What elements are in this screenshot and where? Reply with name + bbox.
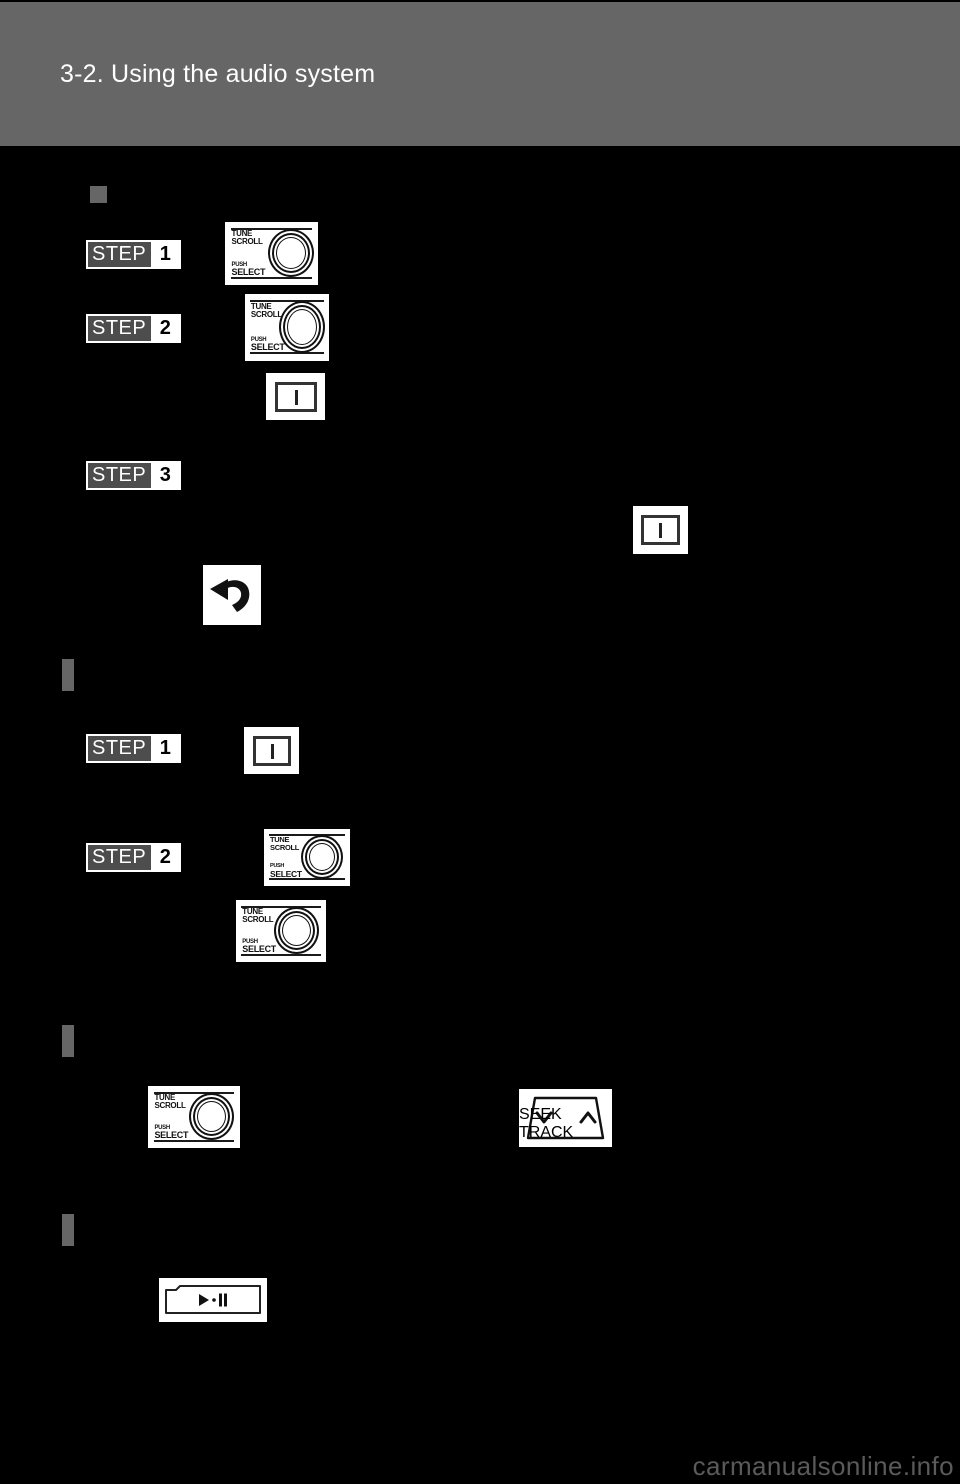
section-marker-bar (62, 1025, 74, 1057)
illustration-back-button (203, 565, 261, 625)
step-badge-label: STEP (88, 316, 152, 341)
step-badge-label: STEP (88, 463, 152, 488)
section-marker-bar (62, 659, 74, 691)
knob-push-label: PUSH SELECT (270, 863, 302, 879)
illustration-bar-button (244, 727, 299, 774)
step-badge-2: STEP 2 (86, 843, 182, 872)
vertical-bar-button-icon (641, 515, 680, 545)
manual-page: 3-2. Using the audio system STEP 1 TUNE … (0, 0, 960, 1484)
knob-inner-ring (276, 237, 306, 269)
bar-glyph (659, 522, 662, 538)
bar-glyph (270, 743, 274, 759)
knob-tune-label: TUNE SCROLL (242, 907, 274, 925)
illustration-bar-button (633, 506, 688, 554)
step-badge-1: STEP 1 (86, 734, 182, 763)
vertical-bar-button-icon (253, 736, 291, 766)
step-badge-number: 3 (151, 463, 180, 488)
step-badge-3: STEP 3 (86, 461, 182, 490)
knob-tune-label: TUNE SCROLL (154, 1093, 186, 1111)
step-badge-label: STEP (88, 242, 152, 267)
back-return-arrow-icon (210, 579, 250, 612)
step-badge-2: STEP 2 (86, 314, 182, 343)
page-header: 3-2. Using the audio system (0, 2, 960, 146)
knob-bottom-line (241, 953, 321, 956)
page-title: 3-2. Using the audio system (60, 60, 376, 88)
knob-push-label: PUSH SELECT (231, 261, 266, 277)
knob-push-label: PUSH SELECT (250, 337, 285, 353)
step-badge-number: 1 (151, 242, 180, 267)
section-marker-bar (62, 1214, 74, 1246)
tune-scroll-knob-icon: TUNE SCROLL PUSH SELECT (236, 900, 326, 962)
knob-bottom-line (153, 1139, 235, 1142)
seek-track-label: SEEK TRACK (519, 1106, 574, 1141)
knob-inner-ring (287, 309, 317, 345)
illustration-tune-scroll-knob: TUNE SCROLL PUSH SELECT (225, 222, 318, 285)
step-badge-number: 2 (151, 316, 180, 341)
knob-inner-ring (282, 915, 311, 946)
step-badge-1: STEP 1 (86, 240, 182, 269)
illustration-play-pause (159, 1278, 267, 1322)
knob-tune-label: TUNE SCROLL (270, 835, 300, 853)
step-badge-number: 1 (151, 736, 180, 761)
illustration-tune-scroll-knob: TUNE SCROLL PUSH SELECT (264, 829, 350, 886)
bar-glyph (294, 389, 298, 405)
knob-inner-ring (197, 1101, 226, 1132)
knob-bottom-line (250, 352, 324, 355)
step-badge-number: 2 (151, 845, 180, 870)
tune-scroll-knob-icon: TUNE SCROLL PUSH SELECT (148, 1086, 240, 1148)
section-marker-square (90, 186, 107, 203)
step-badge-label: STEP (88, 845, 152, 870)
vertical-bar-button-icon (275, 382, 317, 412)
tune-scroll-knob-icon: TUNE SCROLL PUSH SELECT (264, 829, 350, 886)
play-pause-button-icon (165, 1285, 261, 1314)
illustration-tune-scroll-knob: TUNE SCROLL PUSH SELECT (236, 900, 326, 962)
knob-push-label: PUSH SELECT (154, 1124, 189, 1140)
knob-tune-label: TUNE SCROLL (231, 229, 263, 247)
tune-scroll-knob-icon: TUNE SCROLL PUSH SELECT (245, 294, 329, 361)
illustration-tune-scroll-knob: TUNE SCROLL PUSH SELECT (245, 294, 329, 361)
step-badge-label: STEP (88, 736, 152, 761)
illustration-bar-button (266, 373, 325, 420)
knob-push-label: PUSH SELECT (242, 938, 277, 954)
site-watermark: carmanualsonline.info (692, 1451, 954, 1481)
tune-scroll-knob-icon: TUNE SCROLL PUSH SELECT (225, 222, 318, 285)
knob-inner-ring (309, 843, 335, 871)
knob-tune-label: TUNE SCROLL (250, 301, 282, 319)
illustration-seek-track: SEEK TRACK (519, 1089, 612, 1147)
knob-bottom-line (230, 276, 313, 279)
illustration-tune-scroll-knob: TUNE SCROLL PUSH SELECT (148, 1086, 240, 1148)
